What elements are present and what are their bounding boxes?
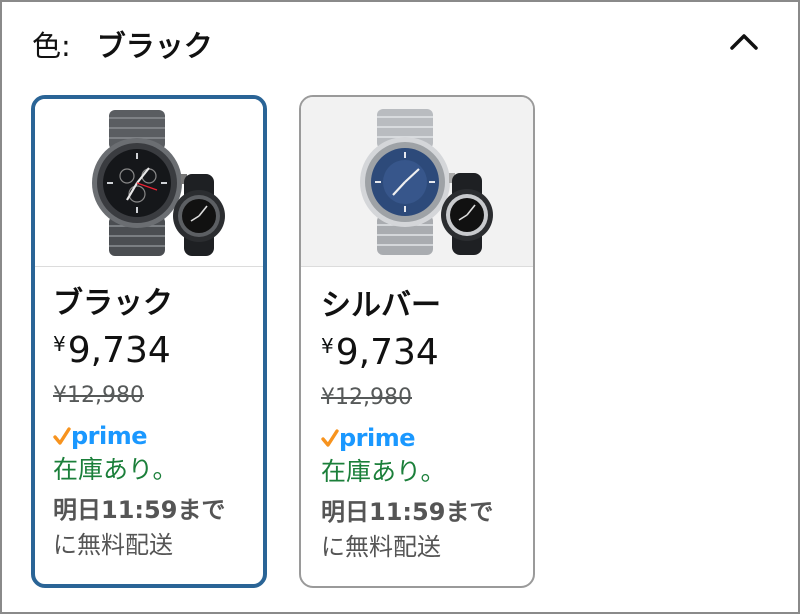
delivery-note: に無料配送 [321,533,441,561]
stock-status: 在庫あり。 [321,457,446,486]
variant-name: シルバー [321,288,441,323]
variant-card-silver[interactable]: シルバー ¥ 9,734 ¥12,980 prime 在庫あり。 明日11:59… [299,95,535,588]
list-price: ¥12,980 [53,383,144,408]
color-selector-header: 色: ブラック [32,24,213,64]
watch-black-image [35,99,263,267]
variant-info: ブラック ¥ 9,734 ¥12,980 prime 在庫あり。 明日11:59… [35,267,263,563]
prime-label: prime [71,422,148,450]
list-price: ¥12,980 [321,385,412,410]
variant-name: ブラック [53,286,173,321]
currency-symbol: ¥ [321,334,334,358]
variant-price: ¥ 9,734 [321,331,533,375]
variant-card-black[interactable]: ブラック ¥ 9,734 ¥12,980 prime 在庫あり。 明日11:59… [31,95,267,588]
price-amount: 9,734 [67,330,171,371]
prime-check-icon [53,427,71,445]
variant-info: シルバー ¥ 9,734 ¥12,980 prime 在庫あり。 明日11:59… [301,267,533,565]
prime-check-icon [321,429,339,447]
prime-label: prime [339,424,416,452]
prime-badge: prime [53,421,263,451]
delivery-date: 明日11:59まで [53,496,226,524]
selected-color-value: ブラック [96,29,213,63]
stock-status: 在庫あり。 [53,455,178,484]
variant-price: ¥ 9,734 [53,329,263,373]
collapse-chevron-up-icon[interactable] [722,24,766,58]
currency-symbol: ¥ [53,332,66,356]
delivery-note: に無料配送 [53,531,173,559]
watch-silver-image [301,97,533,267]
delivery-date: 明日11:59まで [321,498,494,526]
color-label: 色: [32,29,71,63]
prime-badge: prime [321,423,533,453]
price-amount: 9,734 [335,332,439,373]
